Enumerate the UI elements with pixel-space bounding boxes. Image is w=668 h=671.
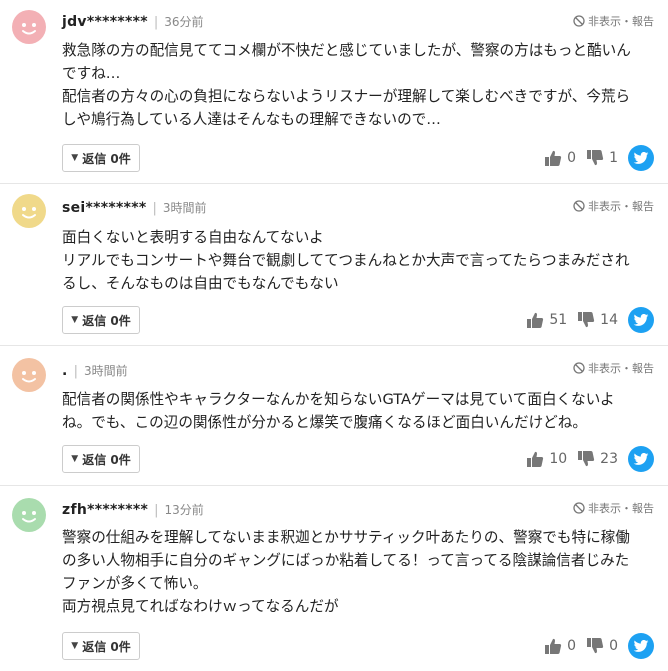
thumbs-down-icon (578, 451, 595, 467)
dislike-count: 0 (609, 638, 618, 654)
comment-actions: 0 1 (544, 145, 654, 171)
reply-button[interactable]: ▼ 返信 0件 (62, 632, 140, 660)
twitter-icon (633, 640, 649, 652)
hide-report-link[interactable]: 非表示・報告 (573, 13, 654, 29)
comment-item: jdv******** | 36分前 非表示・報告 救急隊の方の配信見ててコメ欄が不… (0, 0, 668, 184)
triangle-down-icon: ▼ (71, 641, 79, 651)
prohibited-icon (573, 362, 585, 374)
twitter-share-button[interactable] (628, 446, 654, 472)
username[interactable]: zfh******** (62, 502, 148, 518)
twitter-icon (633, 453, 649, 465)
username[interactable]: jdv******** (62, 14, 148, 30)
triangle-down-icon: ▼ (71, 153, 79, 163)
like-button[interactable]: 0 (544, 149, 576, 167)
like-count: 0 (567, 150, 577, 166)
timestamp: 36分前 (164, 15, 204, 29)
comment-text: 警察の仕組みを理解してないまま釈迦とかササティック叶あたりの、警察でも特に稼働 … (62, 529, 630, 615)
comment-text: 救急隊の方の配信見ててコメ欄が不快だと感じていましたが、警察の方はもっと酷いん … (62, 42, 631, 128)
dislike-button[interactable]: 14 (577, 311, 618, 329)
like-count: 0 (567, 638, 577, 654)
hide-report-link[interactable]: 非表示・報告 (573, 198, 654, 214)
like-button[interactable]: 0 (544, 637, 576, 655)
comment-header: . | 3時間前 (62, 363, 128, 379)
timestamp: 13分前 (164, 503, 204, 517)
thumbs-up-icon (545, 150, 562, 166)
triangle-down-icon: ▼ (71, 454, 79, 464)
comment-actions: 0 0 (544, 633, 654, 659)
avatar (12, 194, 46, 228)
comment-item: zfh******** | 13分前 非表示・報告 警察の仕組みを理解してないまま釈… (0, 486, 668, 671)
like-count: 51 (549, 312, 568, 328)
comment-item: . | 3時間前 非表示・報告 配信者の関係性やキャラクターなんかを知らないGTAゲ… (0, 346, 668, 486)
comment-text: 配信者の関係性やキャラクターなんかを知らないGTAゲーマは見ていて面白くないよ … (62, 391, 615, 431)
thumbs-up-icon (527, 312, 544, 328)
triangle-down-icon: ▼ (71, 315, 79, 325)
dislike-button[interactable]: 23 (577, 450, 618, 468)
like-button[interactable]: 10 (526, 450, 567, 468)
twitter-share-button[interactable] (628, 307, 654, 333)
comment-header: jdv******** | 36分前 (62, 14, 204, 30)
hide-report-link[interactable]: 非表示・報告 (573, 500, 654, 516)
comment-header: sei******** | 3時間前 (62, 200, 207, 216)
dislike-count: 23 (600, 451, 618, 467)
comment-actions: 10 23 (526, 446, 654, 472)
avatar (12, 10, 46, 44)
prohibited-icon (573, 502, 585, 514)
username[interactable]: sei******** (62, 200, 147, 216)
timestamp: 3時間前 (162, 201, 207, 215)
comment-header: zfh******** | 13分前 (62, 502, 204, 518)
twitter-icon (633, 314, 649, 326)
avatar (12, 358, 46, 392)
prohibited-icon (573, 200, 585, 212)
comment-text: 面白くないと表明する自由なんてないよ リアルでもコンサートや舞台で観劇しててつま… (62, 229, 630, 292)
thumbs-up-icon (527, 451, 544, 467)
twitter-icon (633, 152, 649, 164)
dislike-count: 1 (609, 150, 618, 166)
username[interactable]: . (62, 363, 68, 379)
reply-button[interactable]: ▼ 返信 0件 (62, 306, 140, 334)
dislike-count: 14 (600, 312, 618, 328)
hide-report-link[interactable]: 非表示・報告 (573, 360, 654, 376)
reply-button[interactable]: ▼ 返信 0件 (62, 144, 140, 172)
twitter-share-button[interactable] (628, 633, 654, 659)
dislike-button[interactable]: 1 (586, 149, 618, 167)
twitter-share-button[interactable] (628, 145, 654, 171)
avatar (12, 498, 46, 532)
like-count: 10 (549, 451, 568, 467)
comment-item: sei******** | 3時間前 非表示・報告 面白くないと表明する自由なんてな… (0, 184, 668, 346)
thumbs-down-icon (578, 312, 595, 328)
thumbs-up-icon (545, 638, 562, 654)
reply-button[interactable]: ▼ 返信 0件 (62, 445, 140, 473)
thumbs-down-icon (587, 638, 604, 654)
dislike-button[interactable]: 0 (586, 637, 618, 655)
prohibited-icon (573, 15, 585, 27)
thumbs-down-icon (587, 150, 604, 166)
comment-actions: 51 14 (526, 307, 654, 333)
timestamp: 3時間前 (84, 364, 128, 378)
like-button[interactable]: 51 (526, 311, 567, 329)
